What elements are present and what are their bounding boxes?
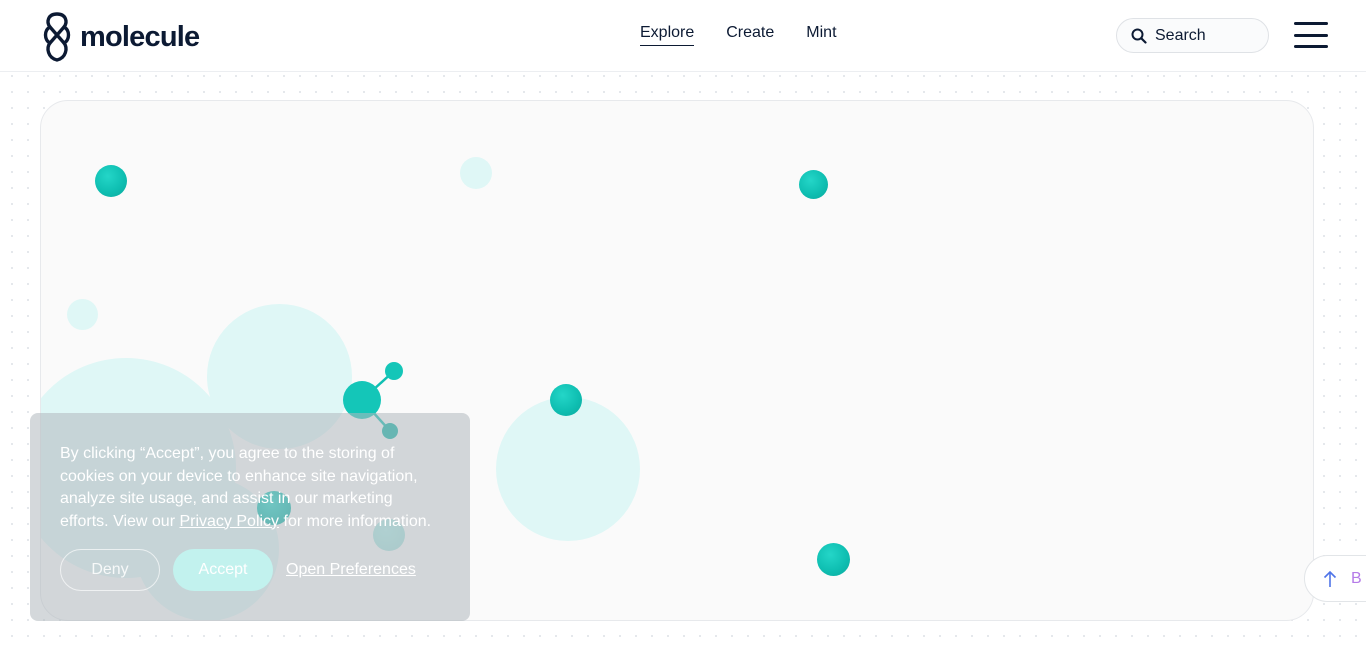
nav-mint[interactable]: Mint — [806, 24, 836, 46]
decor-atom — [799, 170, 828, 199]
nav-explore[interactable]: Explore — [640, 24, 695, 46]
logo-text: molecule — [80, 20, 200, 53]
search-input[interactable] — [1155, 26, 1255, 45]
hamburger-menu-icon — [1294, 33, 1328, 37]
nav-create[interactable]: Create — [726, 24, 774, 46]
decor-bubble — [496, 397, 640, 541]
arrow-up-icon — [1323, 570, 1337, 587]
decor-atom — [95, 165, 127, 197]
search-box[interactable] — [1116, 18, 1269, 53]
logo[interactable]: molecule — [40, 10, 200, 64]
privacy-policy-link[interactable]: Privacy Policy — [179, 513, 279, 530]
accept-button[interactable]: Accept — [173, 549, 273, 591]
hamburger-menu-button[interactable] — [1294, 22, 1328, 48]
cookie-message: By clicking “Accept”, you agree to the s… — [60, 443, 440, 533]
cookie-text-end: for more information. — [279, 512, 432, 530]
search-icon — [1131, 28, 1147, 44]
decor-bubble — [460, 157, 492, 189]
main-nav: Explore Create Mint — [640, 24, 837, 46]
cookie-actions: Deny Accept Open Preferences — [60, 549, 416, 591]
back-to-top-button[interactable]: B — [1304, 555, 1366, 602]
decor-atom — [550, 384, 582, 416]
molecule-logo-icon — [43, 12, 71, 62]
hamburger-menu-icon — [1294, 22, 1328, 25]
open-preferences-link[interactable]: Open Preferences — [286, 561, 416, 579]
hamburger-menu-icon — [1294, 45, 1328, 48]
decor-atom — [817, 543, 850, 576]
site-header: molecule Explore Create Mint — [0, 0, 1366, 72]
decor-bubble — [67, 299, 98, 330]
back-to-top-label: B — [1351, 569, 1362, 587]
cookie-banner: By clicking “Accept”, you agree to the s… — [30, 413, 470, 621]
deny-button[interactable]: Deny — [60, 549, 160, 591]
